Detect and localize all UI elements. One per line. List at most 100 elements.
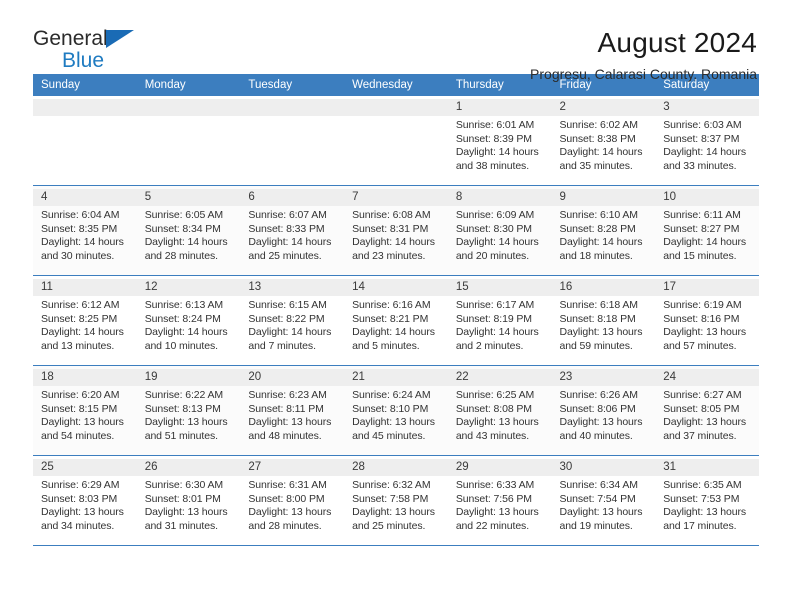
daylight-text-line1: Daylight: 13 hours <box>559 326 643 338</box>
daylight-text-line2: and 20 minutes. <box>455 249 530 262</box>
brand-logo[interactable]: General Blue <box>33 26 213 71</box>
calendar-day-cell[interactable]: 18 Sunrise: 6:20 AM Sunset: 8:15 PM Dayligh… <box>33 365 137 456</box>
sunset-text: Sunset: 8:34 PM <box>144 222 221 235</box>
daylight-text-line1: Daylight: 13 hours <box>559 506 643 518</box>
sunset-text: Sunset: 8:33 PM <box>248 222 325 235</box>
day-number: 1 <box>447 99 552 116</box>
calendar-day-cell[interactable]: 7 Sunrise: 6:08 AM Sunset: 8:31 PM Daylight… <box>344 185 448 276</box>
calendar-day-cell[interactable]: 17 Sunrise: 6:19 AM Sunset: 8:16 PM Dayligh… <box>655 275 759 366</box>
calendar-day-cell[interactable]: 13 Sunrise: 6:15 AM Sunset: 8:22 PM Dayligh… <box>240 275 345 366</box>
calendar-day-cell[interactable]: 20 Sunrise: 6:23 AM Sunset: 8:11 PM Dayligh… <box>240 365 345 456</box>
calendar-day-cell[interactable]: 5 Sunrise: 6:05 AM Sunset: 8:34 PM Daylight… <box>136 185 241 276</box>
daylight-text-line2: and 38 minutes. <box>455 159 530 172</box>
day-details: Sunrise: 6:17 AM Sunset: 8:19 PM Daylight:… <box>456 299 546 353</box>
calendar-cell-inner: 14 Sunrise: 6:16 AM Sunset: 8:21 PM Dayligh… <box>344 276 448 365</box>
calendar-cell-empty <box>136 96 241 186</box>
calendar-day-cell[interactable]: 1 Sunrise: 6:01 AM Sunset: 8:39 PM Daylight… <box>447 96 552 186</box>
day-details: Sunrise: 6:05 AM Sunset: 8:34 PM Daylight:… <box>145 209 235 263</box>
day-details: Sunrise: 6:29 AM Sunset: 8:03 PM Daylight:… <box>41 479 131 533</box>
day-number: 21 <box>344 369 448 386</box>
sunrise-text: Sunrise: 6:01 AM <box>455 119 535 131</box>
sunrise-text: Sunrise: 6:20 AM <box>41 389 120 401</box>
day-number: 8 <box>447 189 552 206</box>
day-number: 15 <box>447 279 552 296</box>
daylight-text-line1: Daylight: 14 hours <box>455 236 539 248</box>
day-details: Sunrise: 6:16 AM Sunset: 8:21 PM Daylight:… <box>352 299 442 353</box>
calendar-cell-inner: 19 Sunrise: 6:22 AM Sunset: 8:13 PM Dayligh… <box>136 366 241 455</box>
calendar-day-cell[interactable]: 21 Sunrise: 6:24 AM Sunset: 8:10 PM Dayligh… <box>344 365 448 456</box>
calendar-cell-inner <box>136 96 241 185</box>
calendar-day-cell[interactable]: 22 Sunrise: 6:25 AM Sunset: 8:08 PM Dayligh… <box>447 365 552 456</box>
weekday-header-sunday: Sunday <box>33 74 137 96</box>
calendar-day-cell[interactable]: 12 Sunrise: 6:13 AM Sunset: 8:24 PM Dayligh… <box>136 275 241 366</box>
sunrise-text: Sunrise: 6:35 AM <box>663 479 742 491</box>
sunrise-text: Sunrise: 6:26 AM <box>559 389 638 401</box>
daylight-text-line1: Daylight: 14 hours <box>663 236 747 248</box>
calendar-day-cell[interactable]: 8 Sunrise: 6:09 AM Sunset: 8:30 PM Daylight… <box>447 185 552 276</box>
daylight-text-line1: Daylight: 14 hours <box>352 236 435 248</box>
sunrise-text: Sunrise: 6:17 AM <box>455 299 535 311</box>
sunset-text: Sunset: 8:28 PM <box>559 222 636 235</box>
day-number: 9 <box>551 189 656 206</box>
daylight-text-line2: and 35 minutes. <box>559 159 633 172</box>
daylight-text-line1: Daylight: 13 hours <box>559 416 643 428</box>
sunrise-text: Sunrise: 6:29 AM <box>41 479 120 491</box>
calendar-day-cell[interactable]: 25 Sunrise: 6:29 AM Sunset: 8:03 PM Dayligh… <box>33 455 137 546</box>
calendar-cell-inner: 9 Sunrise: 6:10 AM Sunset: 8:28 PM Daylight… <box>551 186 656 275</box>
calendar-day-cell[interactable]: 16 Sunrise: 6:18 AM Sunset: 8:18 PM Dayligh… <box>551 275 656 366</box>
calendar-day-cell[interactable]: 6 Sunrise: 6:07 AM Sunset: 8:33 PM Daylight… <box>240 185 345 276</box>
day-number: 24 <box>655 369 759 386</box>
title-block: August 2024 Progresu, Calarasi County, R… <box>530 26 759 84</box>
daylight-text-line1: Daylight: 14 hours <box>41 326 124 338</box>
calendar-day-cell[interactable]: 30 Sunrise: 6:34 AM Sunset: 7:54 PM Dayligh… <box>551 455 656 546</box>
calendar-week-row: 11 Sunrise: 6:12 AM Sunset: 8:25 PM Dayligh… <box>33 275 759 366</box>
day-number <box>136 99 241 116</box>
day-details: Sunrise: 6:20 AM Sunset: 8:15 PM Daylight:… <box>41 389 131 443</box>
calendar-day-cell[interactable]: 2 Sunrise: 6:02 AM Sunset: 8:38 PM Daylight… <box>551 96 656 186</box>
daylight-text-line1: Daylight: 13 hours <box>144 416 228 428</box>
calendar-day-cell[interactable]: 28 Sunrise: 6:32 AM Sunset: 7:58 PM Dayligh… <box>344 455 448 546</box>
daylight-text-line1: Daylight: 14 hours <box>248 236 332 248</box>
sunrise-text: Sunrise: 6:05 AM <box>144 209 224 221</box>
calendar-day-cell[interactable]: 26 Sunrise: 6:30 AM Sunset: 8:01 PM Dayligh… <box>136 455 241 546</box>
calendar-day-cell[interactable]: 11 Sunrise: 6:12 AM Sunset: 8:25 PM Dayligh… <box>33 275 137 366</box>
calendar-cell-inner: 23 Sunrise: 6:26 AM Sunset: 8:06 PM Dayligh… <box>551 366 656 455</box>
calendar-day-cell[interactable]: 14 Sunrise: 6:16 AM Sunset: 8:21 PM Dayligh… <box>344 275 448 366</box>
calendar-day-cell[interactable]: 4 Sunrise: 6:04 AM Sunset: 8:35 PM Daylight… <box>33 185 137 276</box>
calendar-day-cell[interactable]: 3 Sunrise: 6:03 AM Sunset: 8:37 PM Daylight… <box>655 96 759 186</box>
daylight-text-line2: and 54 minutes. <box>41 429 115 442</box>
daylight-text-line2: and 10 minutes. <box>144 339 218 352</box>
daylight-text-line2: and 37 minutes. <box>663 429 737 442</box>
daylight-text-line2: and 13 minutes. <box>41 339 115 352</box>
calendar-cell-inner: 27 Sunrise: 6:31 AM Sunset: 8:00 PM Dayligh… <box>240 456 345 545</box>
calendar-day-cell[interactable]: 23 Sunrise: 6:26 AM Sunset: 8:06 PM Dayligh… <box>551 365 656 456</box>
sunset-text: Sunset: 8:30 PM <box>455 222 532 235</box>
calendar-day-cell[interactable]: 29 Sunrise: 6:33 AM Sunset: 7:56 PM Dayligh… <box>447 455 552 546</box>
calendar-week-row: 18 Sunrise: 6:20 AM Sunset: 8:15 PM Dayligh… <box>33 365 759 456</box>
sunset-text: Sunset: 8:00 PM <box>248 492 325 505</box>
daylight-text-line1: Daylight: 13 hours <box>663 326 747 338</box>
sunrise-text: Sunrise: 6:03 AM <box>663 119 742 131</box>
calendar-week-row: 4 Sunrise: 6:04 AM Sunset: 8:35 PM Daylight… <box>33 185 759 276</box>
calendar-cell-inner: 15 Sunrise: 6:17 AM Sunset: 8:19 PM Dayligh… <box>447 276 552 365</box>
calendar-day-cell[interactable]: 10 Sunrise: 6:11 AM Sunset: 8:27 PM Dayligh… <box>655 185 759 276</box>
calendar-cell-inner: 8 Sunrise: 6:09 AM Sunset: 8:30 PM Daylight… <box>447 186 552 275</box>
calendar-day-cell[interactable]: 9 Sunrise: 6:10 AM Sunset: 8:28 PM Daylight… <box>551 185 656 276</box>
day-details: Sunrise: 6:33 AM Sunset: 7:56 PM Daylight:… <box>456 479 546 533</box>
calendar-day-cell[interactable]: 27 Sunrise: 6:31 AM Sunset: 8:00 PM Dayligh… <box>240 455 345 546</box>
calendar-day-cell[interactable]: 24 Sunrise: 6:27 AM Sunset: 8:05 PM Dayligh… <box>655 365 759 456</box>
calendar-day-cell[interactable]: 19 Sunrise: 6:22 AM Sunset: 8:13 PM Dayligh… <box>136 365 241 456</box>
sunrise-text: Sunrise: 6:09 AM <box>455 209 535 221</box>
daylight-text-line2: and 15 minutes. <box>663 249 737 262</box>
sunset-text: Sunset: 8:31 PM <box>352 222 429 235</box>
calendar-cell-inner <box>240 96 345 185</box>
sunrise-text: Sunrise: 6:13 AM <box>144 299 224 311</box>
day-number: 28 <box>344 459 448 476</box>
sunset-text: Sunset: 8:27 PM <box>663 222 740 235</box>
sunrise-text: Sunrise: 6:16 AM <box>352 299 431 311</box>
calendar-day-cell[interactable]: 15 Sunrise: 6:17 AM Sunset: 8:19 PM Dayligh… <box>447 275 552 366</box>
calendar-cell-inner: 4 Sunrise: 6:04 AM Sunset: 8:35 PM Daylight… <box>33 186 137 275</box>
calendar-day-cell[interactable]: 31 Sunrise: 6:35 AM Sunset: 7:53 PM Dayligh… <box>655 455 759 546</box>
daylight-text-line2: and 48 minutes. <box>248 429 322 442</box>
calendar-cell-inner: 24 Sunrise: 6:27 AM Sunset: 8:05 PM Dayligh… <box>655 366 759 455</box>
